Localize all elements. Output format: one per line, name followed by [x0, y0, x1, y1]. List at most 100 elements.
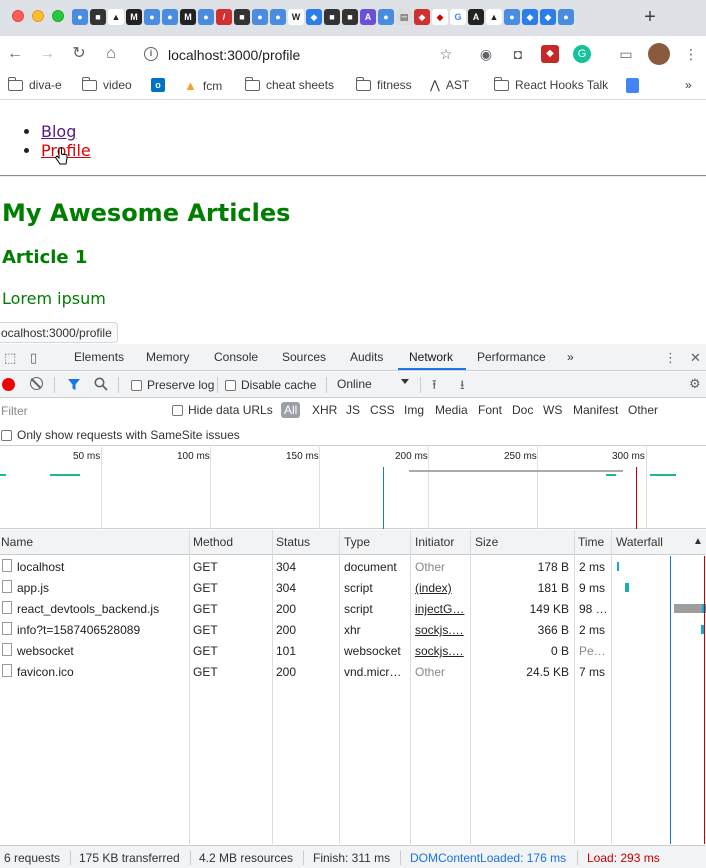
filter-type-other[interactable]: Other: [628, 403, 658, 417]
bookmark-item[interactable]: ▲ fcm: [184, 78, 222, 93]
network-overview[interactable]: 50 ms 100 ms 150 ms 200 ms 250 ms 300 ms: [0, 447, 706, 529]
bookmark-folder[interactable]: React Hooks Talk: [493, 76, 608, 92]
tab-favicon-icon[interactable]: ●: [558, 9, 574, 25]
devtools-tab-performance[interactable]: Performance: [477, 350, 546, 364]
filter-funnel-icon[interactable]: [67, 378, 81, 391]
devtools-tab-sources[interactable]: Sources: [282, 350, 326, 364]
filter-input[interactable]: Filter: [1, 404, 28, 418]
tab-favicon-icon[interactable]: ◆: [432, 9, 448, 25]
tab-favicon-icon[interactable]: A: [360, 9, 376, 25]
site-info-icon[interactable]: i: [144, 47, 158, 61]
bookmark-item[interactable]: ⋀ AST: [430, 78, 469, 92]
address-bar[interactable]: i localhost:3000/profile: [132, 41, 472, 68]
throttling-select[interactable]: Online: [337, 377, 411, 391]
tab-favicon-icon[interactable]: G: [450, 9, 466, 25]
filter-type-xhr[interactable]: XHR: [312, 403, 337, 417]
column-header-method[interactable]: Method: [193, 535, 233, 549]
tab-favicon-icon[interactable]: /: [216, 9, 232, 25]
tab-favicon-icon[interactable]: A: [468, 9, 484, 25]
devtools-close-icon[interactable]: ✕: [690, 350, 701, 366]
profile-avatar[interactable]: [648, 43, 670, 65]
tab-favicon-icon[interactable]: ▲: [486, 9, 502, 25]
devtools-tab-console[interactable]: Console: [214, 350, 258, 364]
extension-pocket-icon[interactable]: ◘: [509, 45, 527, 63]
back-arrow-icon[interactable]: ←: [6, 45, 24, 63]
record-button[interactable]: [2, 378, 15, 391]
filter-type-doc[interactable]: Doc: [512, 403, 533, 417]
bookmark-folder[interactable]: fitness: [355, 76, 412, 92]
extension-icon[interactable]: ◆: [541, 45, 559, 63]
inspect-element-icon[interactable]: ⬚: [4, 350, 16, 366]
table-row[interactable]: websocket GET 101 websocket sockjs.… 0 B Pe…: [0, 640, 706, 661]
filter-type-media[interactable]: Media: [435, 403, 468, 417]
samesite-issues-checkbox[interactable]: Only show requests with SameSite issues: [1, 428, 240, 442]
tab-favicon-icon[interactable]: ■: [234, 9, 250, 25]
forward-arrow-icon[interactable]: →: [38, 45, 56, 63]
extension-1password-icon[interactable]: ◉: [477, 45, 495, 63]
tab-favicon-icon[interactable]: ●: [72, 9, 88, 25]
tab-favicon-icon[interactable]: ◆: [306, 9, 322, 25]
tab-favicon-icon[interactable]: ●: [504, 9, 520, 25]
clear-button[interactable]: [30, 377, 43, 390]
window-minimize-button[interactable]: [32, 10, 44, 22]
column-header-size[interactable]: Size: [475, 535, 498, 549]
column-header-type[interactable]: Type: [344, 535, 370, 549]
devtools-tab-audits[interactable]: Audits: [350, 350, 383, 364]
cell-initiator[interactable]: (index): [415, 581, 467, 595]
column-header-name[interactable]: Name: [1, 535, 33, 549]
disable-cache-checkbox[interactable]: Disable cache: [225, 378, 316, 392]
bookmarks-overflow-button[interactable]: »: [685, 78, 692, 92]
table-row[interactable]: app.js GET 304 script (index) 181 B 9 ms: [0, 577, 706, 598]
tab-favicon-icon[interactable]: ■: [342, 9, 358, 25]
cast-icon[interactable]: ▭: [617, 45, 635, 63]
grammarly-icon[interactable]: G: [573, 45, 591, 63]
tab-favicon-icon[interactable]: ●: [144, 9, 160, 25]
filter-type-font[interactable]: Font: [478, 403, 502, 417]
filter-type-all[interactable]: All: [281, 402, 301, 418]
devtools-menu-kebab-icon[interactable]: ⋮: [664, 350, 677, 366]
cell-initiator[interactable]: sockjs.…: [415, 623, 467, 637]
bookmark-folder[interactable]: cheat sheets: [244, 76, 334, 92]
tab-favicon-icon[interactable]: W: [288, 9, 304, 25]
tab-favicon-icon[interactable]: ●: [270, 9, 286, 25]
preserve-log-checkbox[interactable]: Preserve log: [131, 378, 214, 392]
home-icon[interactable]: ⌂: [102, 45, 120, 63]
tab-favicon-icon[interactable]: ◆: [522, 9, 538, 25]
bookmark-item[interactable]: o: [151, 78, 165, 92]
network-settings-gear-icon[interactable]: ⚙: [689, 376, 701, 392]
bookmark-folder[interactable]: diva-e: [7, 76, 62, 92]
tab-favicon-icon[interactable]: ◆: [414, 9, 430, 25]
filter-type-img[interactable]: Img: [404, 403, 424, 417]
bookmark-star-icon[interactable]: ☆: [437, 45, 455, 63]
bookmark-item[interactable]: [626, 78, 639, 93]
tab-favicon-icon[interactable]: M: [180, 9, 196, 25]
hide-data-urls-checkbox[interactable]: Hide data URLs: [172, 403, 273, 417]
search-icon[interactable]: [94, 377, 108, 391]
menu-kebab-icon[interactable]: ⋮: [682, 45, 700, 63]
tab-favicon-icon[interactable]: ●: [162, 9, 178, 25]
cell-initiator[interactable]: injectG…: [415, 602, 467, 616]
table-row[interactable]: info?t=1587406528089 GET 200 xhr sockjs.… 366…: [0, 619, 706, 640]
address-url[interactable]: localhost:3000/profile: [168, 47, 300, 63]
tab-favicon-icon[interactable]: ●: [198, 9, 214, 25]
tab-favicon-icon[interactable]: ◆: [540, 9, 556, 25]
checkbox-box[interactable]: [172, 404, 183, 416]
column-header-waterfall[interactable]: Waterfall: [616, 535, 663, 549]
column-header-time[interactable]: Time: [578, 535, 604, 549]
new-tab-button[interactable]: +: [640, 6, 660, 29]
tab-favicon-icon[interactable]: M: [126, 9, 142, 25]
tab-favicon-icon[interactable]: ●: [252, 9, 268, 25]
column-header-status[interactable]: Status: [276, 535, 310, 549]
bookmark-folder[interactable]: video: [81, 76, 132, 92]
table-row[interactable]: react_devtools_backend.js GET 200 script inj…: [0, 598, 706, 619]
table-row[interactable]: localhost GET 304 document Other 178 B 2 ms: [0, 556, 706, 577]
tab-favicon-icon[interactable]: ▲: [108, 9, 124, 25]
window-close-button[interactable]: [12, 10, 24, 22]
checkbox-box[interactable]: [225, 379, 236, 391]
cell-initiator[interactable]: sockjs.…: [415, 644, 467, 658]
tab-favicon-icon[interactable]: ▤: [396, 9, 412, 25]
checkbox-box[interactable]: [1, 429, 12, 441]
table-row[interactable]: favicon.ico GET 200 vnd.micr… Other 24.5 KB 7 …: [0, 661, 706, 682]
filter-type-js[interactable]: JS: [346, 403, 360, 417]
device-toolbar-icon[interactable]: ▯: [30, 350, 37, 366]
